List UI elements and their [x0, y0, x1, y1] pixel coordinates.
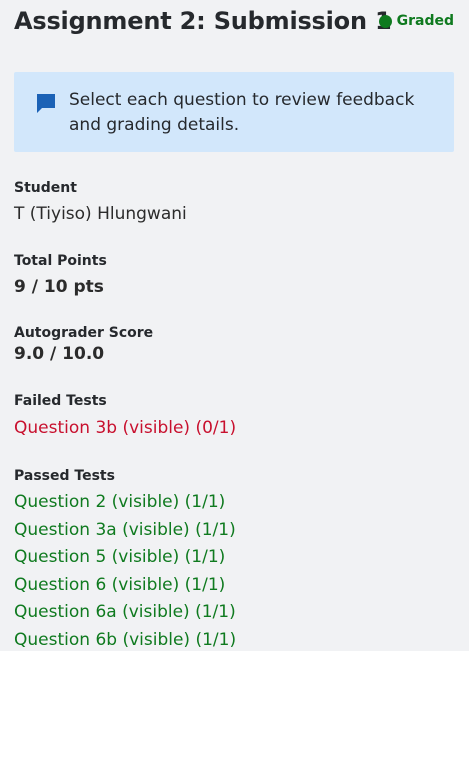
page-title: Assignment 2: Submission 1	[14, 7, 392, 35]
autograder-section: Autograder Score 9.0 / 10.0	[14, 324, 153, 365]
passed-tests-list: Question 2 (visible) (1/1) Question 3a (…	[14, 489, 236, 651]
passed-tests-section: Passed Tests Question 2 (visible) (1/1) …	[14, 467, 236, 651]
page-header: Assignment 2: Submission 1 Graded	[14, 4, 455, 38]
total-points-label: Total Points	[14, 253, 107, 269]
student-label: Student	[14, 180, 77, 196]
submission-panel: Assignment 2: Submission 1 Graded Select…	[0, 0, 469, 651]
banner-text: Select each question to review feedback …	[69, 90, 415, 135]
student-section: Student T (Tiyiso) Hlungwani	[14, 179, 187, 225]
passed-test-item[interactable]: Question 5 (visible) (1/1)	[14, 544, 236, 572]
failed-tests-list: Question 3b (visible) (0/1)	[14, 417, 236, 439]
passed-test-item[interactable]: Question 6b (visible) (1/1)	[14, 627, 236, 652]
student-name: T (Tiyiso) Hlungwani	[14, 204, 187, 224]
total-points-value: 9 / 10 pts	[14, 277, 104, 297]
status-label: Graded	[396, 13, 454, 29]
failed-tests-section: Failed Tests Question 3b (visible) (0/1)	[14, 392, 236, 439]
passed-test-item[interactable]: Question 3a (visible) (1/1)	[14, 517, 236, 545]
comment-icon	[37, 94, 55, 113]
failed-tests-label: Failed Tests	[14, 393, 107, 409]
autograder-score: 9.0 / 10.0	[14, 344, 105, 364]
status-badge: Graded	[378, 12, 454, 30]
passed-test-item[interactable]: Question 6a (visible) (1/1)	[14, 599, 236, 627]
autograder-label: Autograder Score	[14, 325, 154, 341]
failed-test-item[interactable]: Question 3b (visible) (0/1)	[14, 417, 236, 439]
passed-test-item[interactable]: Question 2 (visible) (1/1)	[14, 489, 236, 517]
status-dot-icon	[378, 14, 392, 28]
passed-tests-label: Passed Tests	[14, 468, 115, 484]
passed-test-item[interactable]: Question 6 (visible) (1/1)	[14, 572, 236, 600]
info-banner: Select each question to review feedback …	[14, 72, 454, 152]
total-points-section: Total Points 9 / 10 pts	[14, 252, 107, 298]
